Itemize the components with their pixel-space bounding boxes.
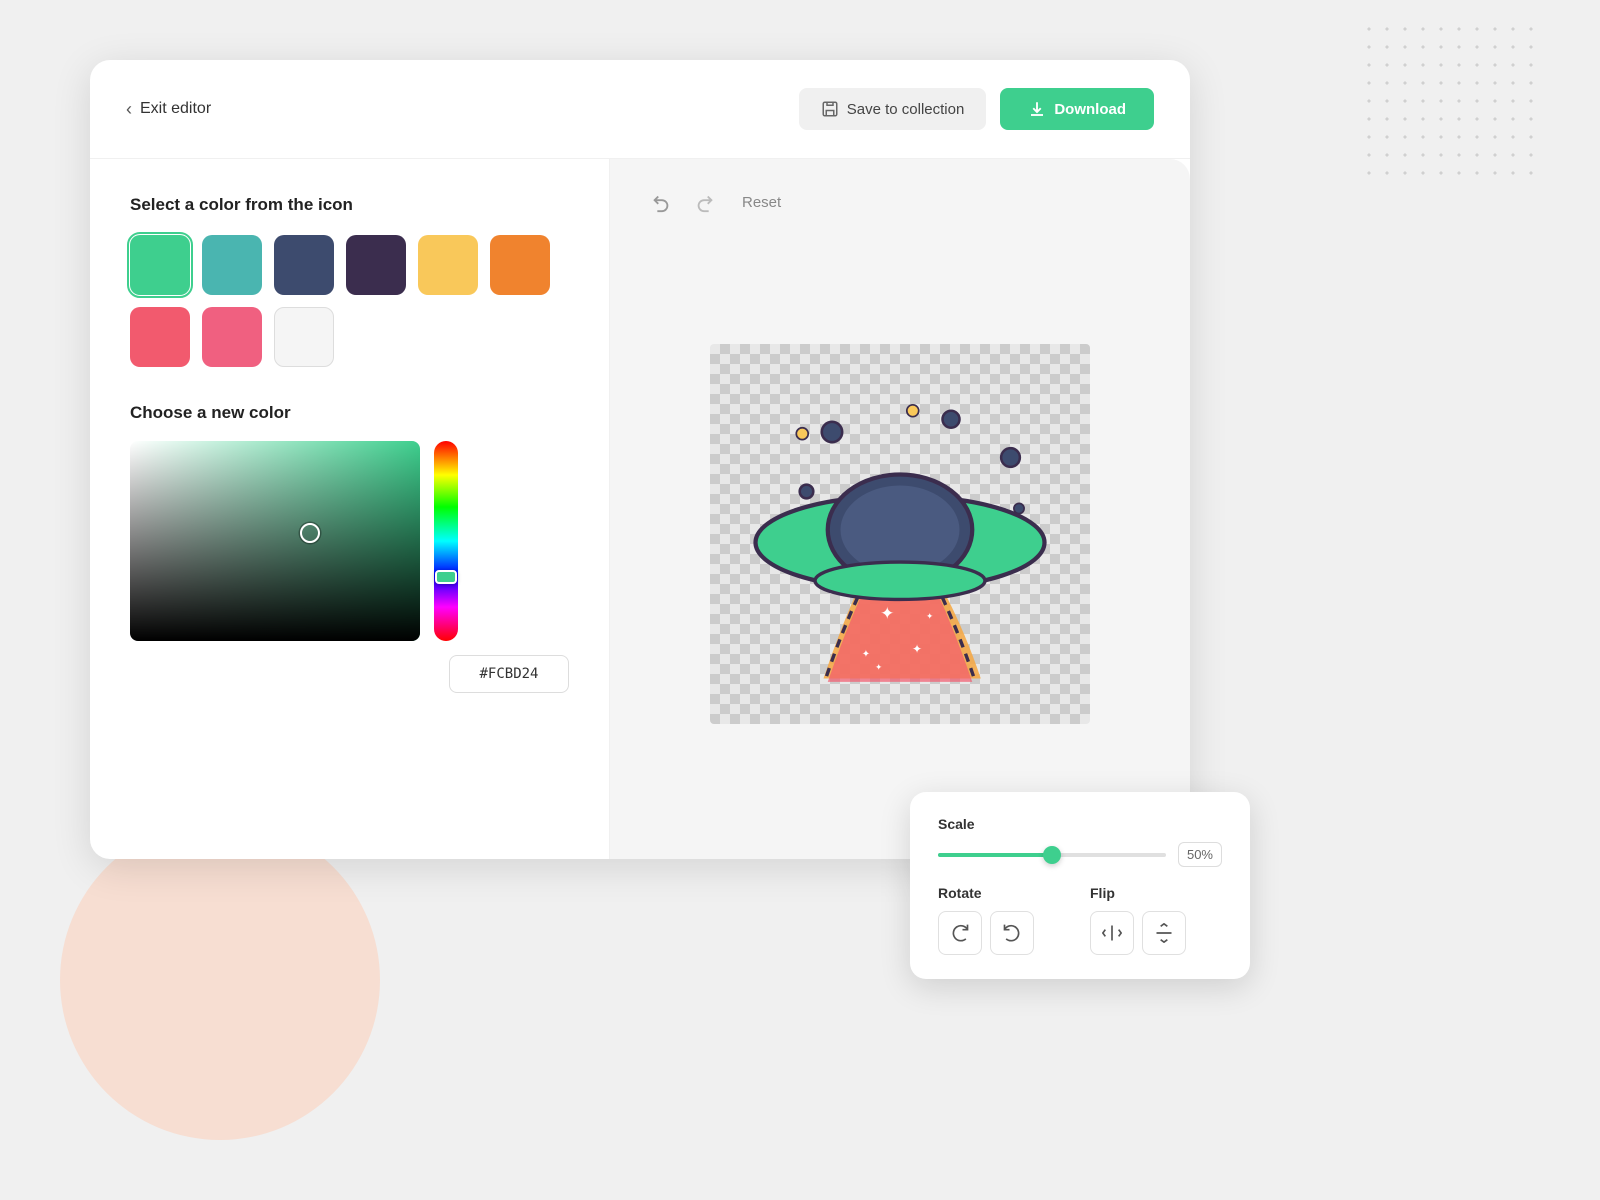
back-arrow-icon: ‹ <box>126 99 132 120</box>
canvas-area: ✦ ✦ ✦ ✦ ✦ <box>646 237 1154 831</box>
flip-v-icon <box>1154 923 1174 943</box>
flip-label: Flip <box>1090 885 1222 901</box>
scale-label: Scale <box>938 816 1222 832</box>
scale-thumb <box>1043 846 1061 864</box>
hue-thumb <box>435 570 457 584</box>
color-swatch-orange[interactable] <box>490 235 550 295</box>
color-picker-area <box>130 441 569 641</box>
dot-grid-decoration <box>1360 20 1540 180</box>
hex-input-container <box>130 655 569 693</box>
color-section-title: Select a color from the icon <box>130 195 569 215</box>
scale-row: 50% <box>938 842 1222 867</box>
save-icon <box>821 100 839 118</box>
redo-button[interactable] <box>690 187 720 217</box>
svg-text:✦: ✦ <box>862 649 871 660</box>
color-swatch-coral[interactable] <box>130 307 190 367</box>
svg-text:✦: ✦ <box>875 662 883 672</box>
rotate-cw-icon <box>950 923 970 943</box>
pink-circle-decoration <box>60 820 380 1140</box>
color-gradient-picker[interactable] <box>130 441 420 641</box>
editor-card: ‹ Exit editor Save to collection Downloa… <box>90 60 1190 859</box>
rotate-cw-button[interactable] <box>938 911 982 955</box>
color-swatch-white[interactable] <box>274 307 334 367</box>
color-swatch-teal-light[interactable] <box>130 235 190 295</box>
ufo-icon: ✦ ✦ ✦ ✦ ✦ <box>730 364 1070 704</box>
save-collection-label: Save to collection <box>847 101 965 118</box>
undo-icon <box>650 191 672 213</box>
download-label: Download <box>1054 101 1126 118</box>
download-button[interactable]: Download <box>1000 88 1154 130</box>
rotate-ccw-button[interactable] <box>990 911 1034 955</box>
reset-button[interactable]: Reset <box>734 190 789 215</box>
hue-slider[interactable] <box>434 441 458 641</box>
color-swatch-dark-purple[interactable] <box>346 235 406 295</box>
svg-text:✦: ✦ <box>926 611 934 621</box>
color-swatch-yellow[interactable] <box>418 235 478 295</box>
download-icon <box>1028 100 1046 118</box>
flip-horizontal-button[interactable] <box>1090 911 1134 955</box>
flip-section: Flip <box>1090 885 1222 955</box>
left-panel: Select a color from the icon Choose a ne… <box>90 159 610 859</box>
canvas-toolbar: Reset <box>646 187 1154 217</box>
exit-editor-button[interactable]: ‹ Exit editor <box>126 99 211 120</box>
flip-vertical-button[interactable] <box>1142 911 1186 955</box>
header-actions: Save to collection Download <box>799 88 1154 130</box>
controls-card: Scale 50% Rotate <box>910 792 1250 979</box>
right-panel: Reset <box>610 159 1190 859</box>
flip-h-icon <box>1102 923 1122 943</box>
reset-label: Reset <box>742 194 781 211</box>
svg-text:✦: ✦ <box>912 642 922 656</box>
save-collection-button[interactable]: Save to collection <box>799 88 987 130</box>
color-swatch-teal[interactable] <box>202 235 262 295</box>
rotate-label: Rotate <box>938 885 1070 901</box>
scale-control: Scale 50% <box>938 816 1222 867</box>
rotate-flip-row: Rotate <box>938 885 1222 955</box>
svg-text:✦: ✦ <box>880 604 894 623</box>
exit-editor-label: Exit editor <box>140 100 211 118</box>
rotate-ccw-icon <box>1002 923 1022 943</box>
color-swatches <box>130 235 569 367</box>
canvas-frame: ✦ ✦ ✦ ✦ ✦ <box>710 344 1090 724</box>
undo-button[interactable] <box>646 187 676 217</box>
rotate-section: Rotate <box>938 885 1070 955</box>
scale-slider[interactable] <box>938 845 1166 865</box>
rotate-buttons <box>938 911 1070 955</box>
choose-color-title: Choose a new color <box>130 403 569 423</box>
editor-body: Select a color from the icon Choose a ne… <box>90 159 1190 859</box>
redo-icon <box>694 191 716 213</box>
color-swatch-navy[interactable] <box>274 235 334 295</box>
hex-color-input[interactable] <box>449 655 569 693</box>
color-swatch-pink[interactable] <box>202 307 262 367</box>
flip-buttons <box>1090 911 1222 955</box>
scale-value: 50% <box>1178 842 1222 867</box>
editor-header: ‹ Exit editor Save to collection Downloa… <box>90 60 1190 159</box>
